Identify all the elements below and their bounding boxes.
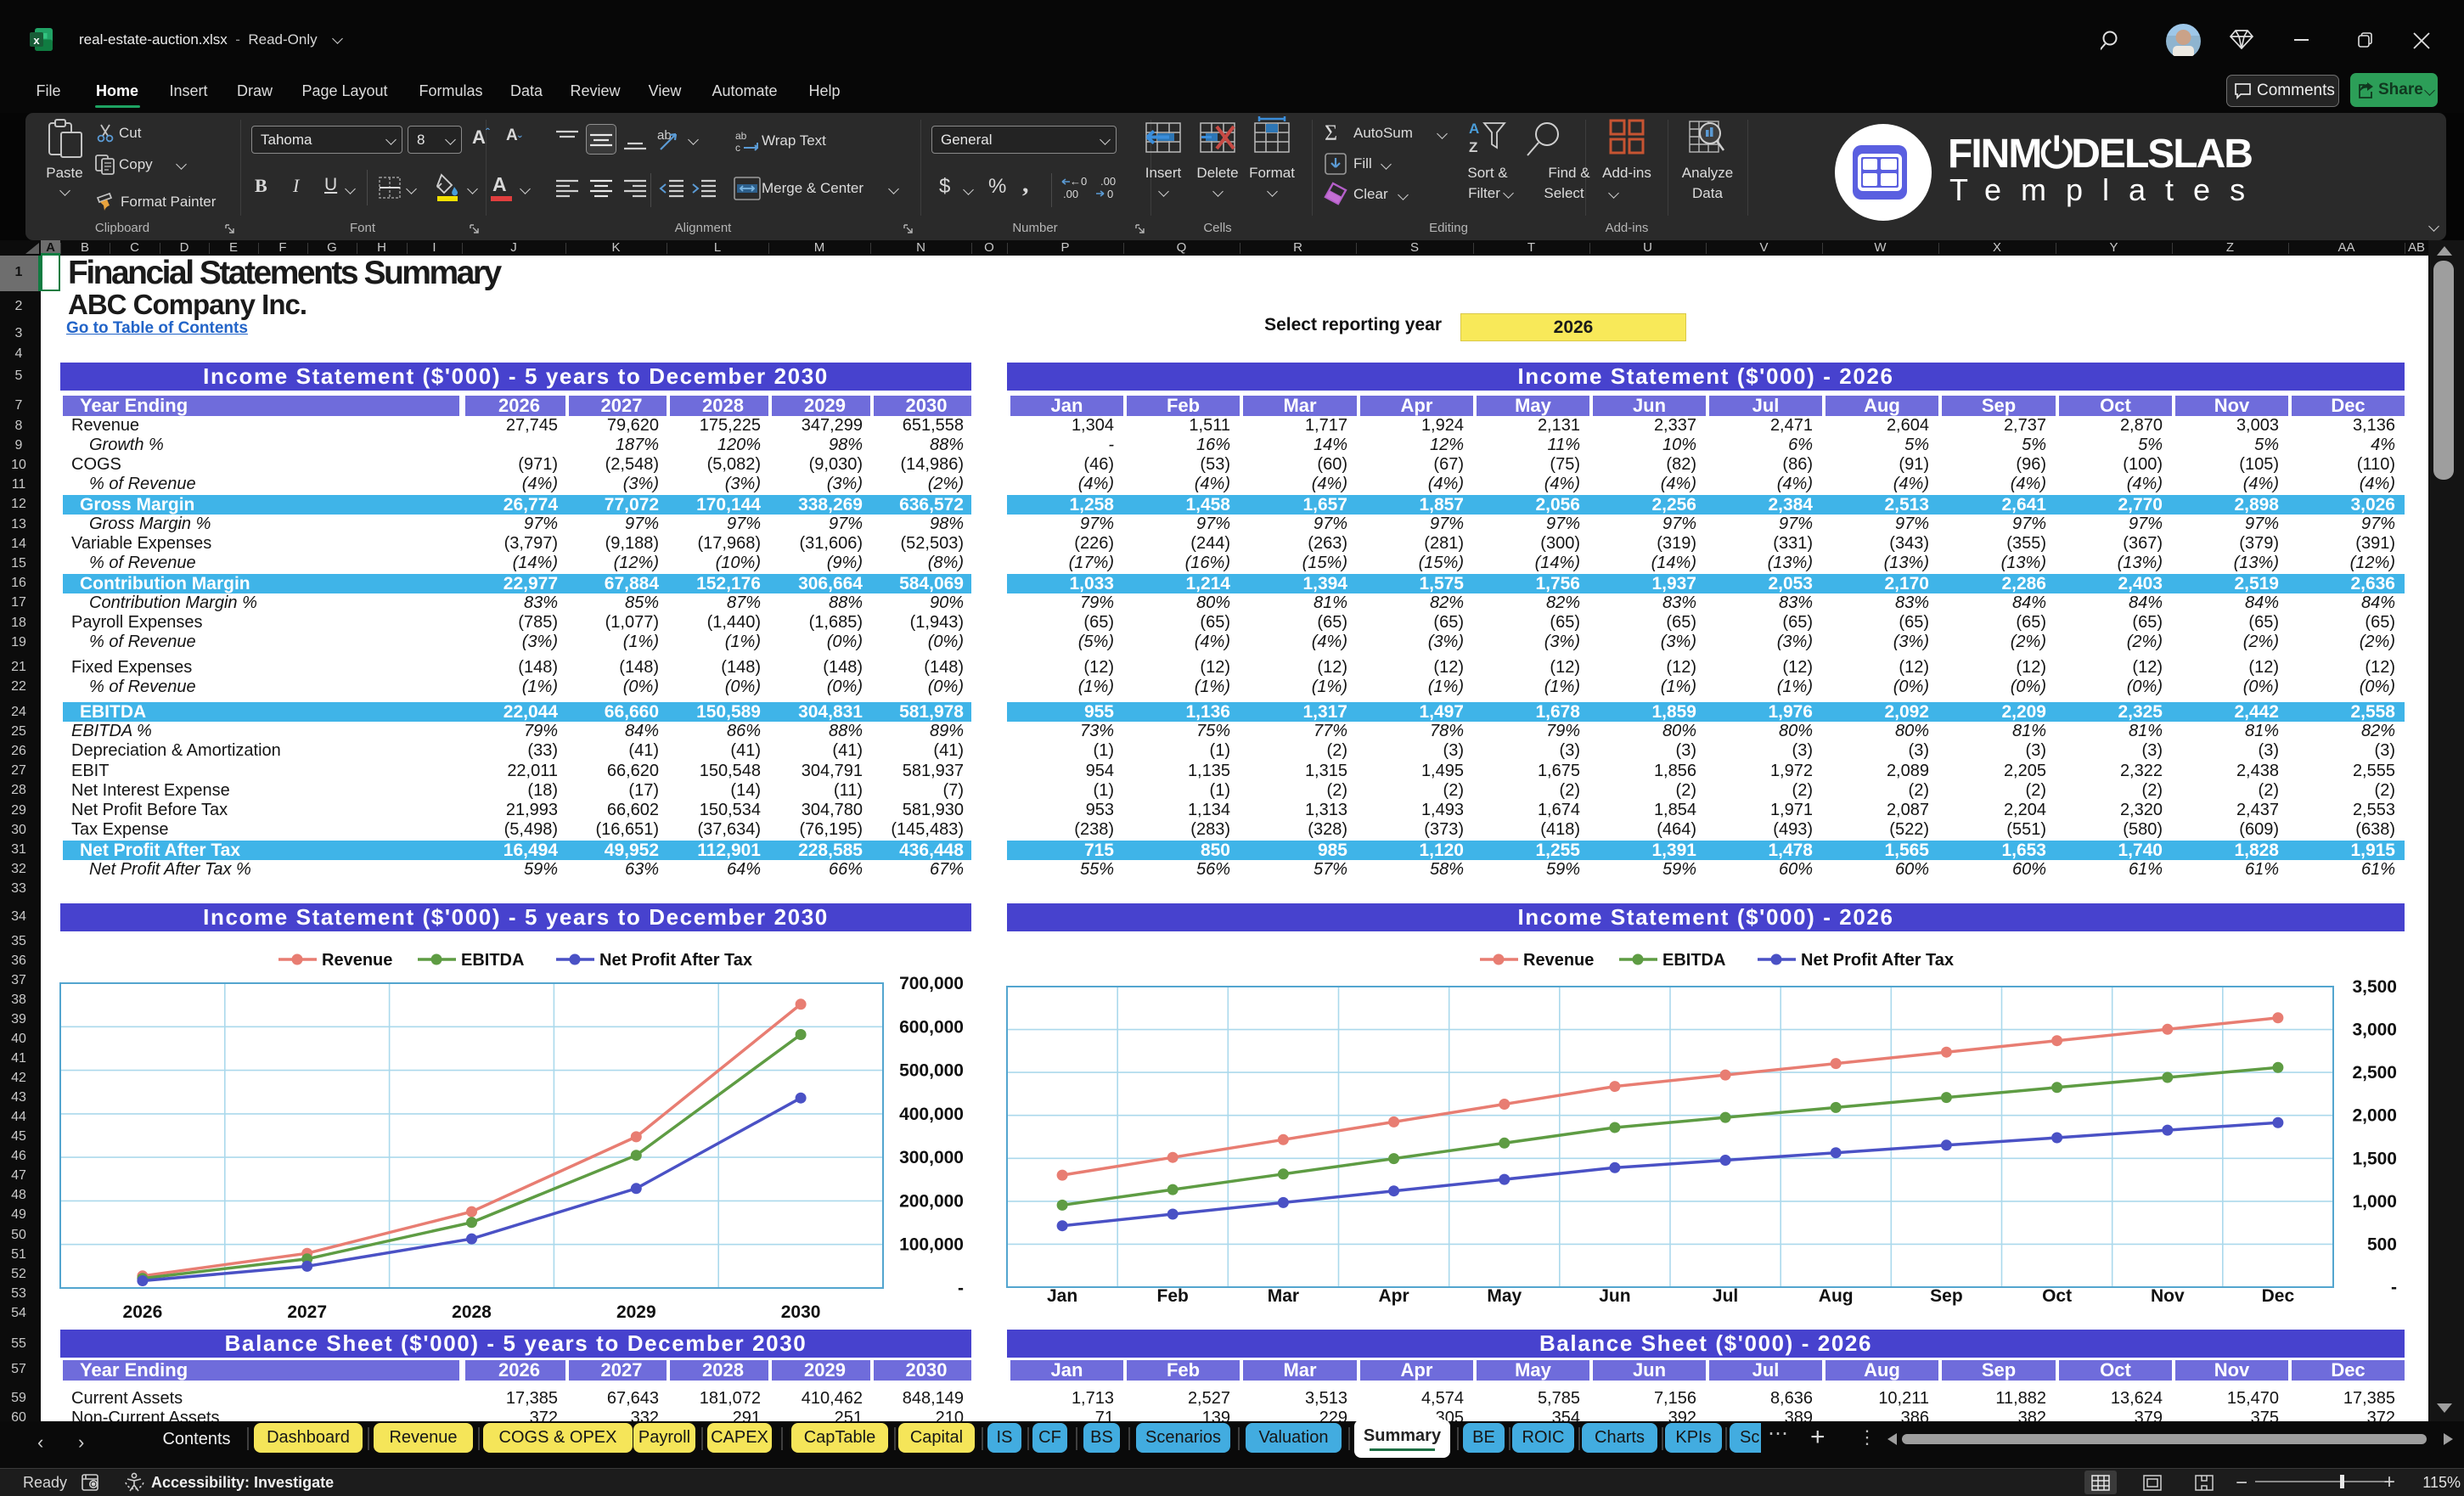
svg-text:Nov: Nov [2151, 1286, 2185, 1306]
svg-text:Jan: Jan [1047, 1286, 1077, 1306]
svg-text:3,000: 3,000 [2352, 1021, 2397, 1040]
svg-text:Sep: Sep [1930, 1286, 1963, 1306]
svg-text:Mar: Mar [1268, 1286, 1299, 1306]
svg-text:Jun: Jun [1599, 1286, 1630, 1306]
svg-text:Apr: Apr [1379, 1286, 1409, 1306]
svg-text:Oct: Oct [2042, 1286, 2072, 1306]
svg-text:Net Profit After Tax: Net Profit After Tax [1801, 951, 1954, 970]
svg-text:Dec: Dec [2262, 1286, 2295, 1306]
svg-text:2,500: 2,500 [2352, 1063, 2397, 1083]
svg-text:2,000: 2,000 [2352, 1106, 2397, 1126]
svg-text:EBITDA: EBITDA [1662, 951, 1725, 970]
svg-text:1,500: 1,500 [2352, 1149, 2397, 1168]
svg-text:1,000: 1,000 [2352, 1192, 2397, 1212]
svg-text:3,500: 3,500 [2352, 977, 2397, 997]
svg-text:Feb: Feb [1157, 1286, 1189, 1306]
svg-text:Aug: Aug [1819, 1286, 1854, 1306]
svg-text:Jul: Jul [1713, 1286, 1738, 1306]
svg-text:-: - [2391, 1278, 2397, 1297]
svg-text:Revenue: Revenue [1523, 951, 1594, 970]
svg-text:May: May [1487, 1286, 1522, 1306]
svg-text:500: 500 [2367, 1234, 2397, 1254]
